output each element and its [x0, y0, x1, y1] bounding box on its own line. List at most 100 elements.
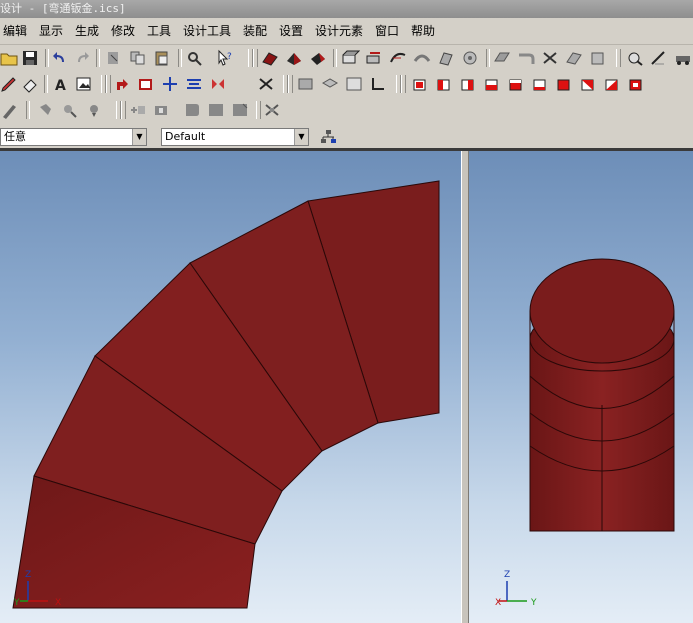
toolbar-grip[interactable] — [288, 75, 293, 93]
filter-select[interactable]: 任意 ▼ — [0, 128, 147, 146]
render-view-icon[interactable] — [308, 49, 328, 67]
arrow-up-icon[interactable] — [112, 75, 132, 93]
save-icon[interactable] — [20, 49, 40, 67]
menu-edit[interactable]: 编辑 — [3, 23, 27, 39]
revolve-icon[interactable] — [364, 49, 384, 67]
window-icon[interactable] — [344, 75, 364, 93]
toolbar-separator — [26, 101, 30, 119]
view-iso4-icon[interactable] — [626, 75, 646, 93]
rectangle-view-icon[interactable] — [296, 75, 316, 93]
solid-view-icon[interactable] — [260, 49, 280, 67]
copy-icon[interactable] — [128, 49, 148, 67]
toolbar-grip[interactable] — [616, 49, 621, 67]
properties-icon[interactable] — [625, 49, 645, 67]
layer-icon[interactable] — [320, 75, 340, 93]
viewport-splitter[interactable] — [461, 151, 469, 623]
pencil-icon[interactable] — [0, 75, 20, 93]
tools-cross-icon[interactable] — [262, 101, 282, 119]
undo-icon[interactable] — [50, 49, 70, 67]
toolbar-grip[interactable] — [121, 101, 126, 119]
menu-tools[interactable]: 工具 — [147, 23, 171, 39]
view-bottom-icon[interactable] — [530, 75, 550, 93]
elbow-model-front[interactable]: Z Y X — [0, 151, 461, 623]
vehicle-icon[interactable] — [673, 49, 693, 67]
corner-icon[interactable] — [368, 75, 388, 93]
toolbar-grip[interactable] — [253, 49, 258, 67]
toolbar-selectors: 任意 ▼ Default ▼ — [0, 125, 693, 149]
extrude-icon[interactable] — [340, 49, 360, 67]
view-front-icon[interactable] — [410, 75, 430, 93]
menu-design-elements[interactable]: 设计元素 — [315, 23, 363, 39]
mirror-icon[interactable] — [208, 75, 228, 93]
find-icon[interactable] — [185, 49, 205, 67]
view-back-icon[interactable] — [434, 75, 454, 93]
menu-generate[interactable]: 生成 — [75, 23, 99, 39]
align-icon[interactable] — [184, 75, 204, 93]
menu-display[interactable]: 显示 — [39, 23, 63, 39]
view-iso2-icon[interactable] — [578, 75, 598, 93]
viewport-right[interactable]: Z X Y — [469, 151, 693, 623]
menu-assembly[interactable]: 装配 — [243, 23, 267, 39]
block-icon[interactable] — [206, 101, 226, 119]
chevron-down-icon[interactable]: ▼ — [132, 129, 146, 145]
redo-icon[interactable] — [72, 49, 92, 67]
box-edit-icon[interactable] — [136, 75, 156, 93]
toolbar-separator — [333, 49, 337, 67]
hierarchy-icon[interactable] — [318, 128, 338, 146]
menu-design-tools[interactable]: 设计工具 — [183, 23, 231, 39]
toolbar-grip[interactable] — [106, 75, 111, 93]
menu-help[interactable]: 帮助 — [411, 23, 435, 39]
axis-z-label: Z — [25, 570, 31, 580]
chevron-down-icon[interactable]: ▼ — [294, 129, 308, 145]
block2-icon[interactable] — [230, 101, 250, 119]
view-right-icon[interactable] — [482, 75, 502, 93]
filter-select-value: 任意 — [4, 130, 26, 143]
toolbar-grip[interactable] — [256, 101, 261, 119]
insert-part-icon[interactable] — [128, 101, 148, 119]
shell-icon[interactable] — [436, 49, 456, 67]
elbow-model-side[interactable]: Z X Y — [469, 151, 693, 623]
bracket-icon[interactable] — [182, 101, 202, 119]
viewport-left[interactable]: Z Y X — [0, 151, 461, 623]
text-icon[interactable]: A — [50, 75, 70, 93]
view-iso3-icon[interactable] — [602, 75, 622, 93]
style-select[interactable]: Default ▼ — [161, 128, 309, 146]
pattern-icon[interactable] — [460, 49, 480, 67]
shaded-view-icon[interactable] — [284, 49, 304, 67]
help-pointer-icon[interactable]: ? — [215, 49, 235, 67]
open-folder-icon[interactable] — [0, 49, 20, 67]
axis-move-icon[interactable] — [160, 75, 180, 93]
image-icon[interactable] — [74, 75, 94, 93]
attach-icon[interactable] — [152, 101, 172, 119]
axis-triad-right: Z X Y — [495, 570, 537, 608]
toolbar-edit: A — [0, 72, 693, 96]
menu-modify[interactable]: 修改 — [111, 23, 135, 39]
paste-icon[interactable] — [152, 49, 172, 67]
weld-icon[interactable] — [84, 101, 104, 119]
view-iso-icon[interactable] — [554, 75, 574, 93]
measure-icon[interactable] — [649, 49, 669, 67]
paint-icon[interactable] — [36, 101, 56, 119]
toolbar-separator — [486, 49, 490, 67]
fold-icon[interactable] — [588, 49, 608, 67]
menu-window[interactable]: 窗口 — [375, 23, 399, 39]
view-left-icon[interactable] — [458, 75, 478, 93]
tools-icon[interactable] — [540, 49, 560, 67]
constraint-icon[interactable] — [60, 101, 80, 119]
bend-icon[interactable] — [516, 49, 536, 67]
menu-settings[interactable]: 设置 — [279, 23, 303, 39]
view-top-icon[interactable] — [506, 75, 526, 93]
loft-icon[interactable] — [412, 49, 432, 67]
eraser-icon[interactable] — [20, 75, 40, 93]
toolbar-grip[interactable] — [401, 75, 406, 93]
unfold-icon[interactable] — [564, 49, 584, 67]
cut-icon[interactable] — [104, 49, 124, 67]
cylinder-part[interactable] — [529, 258, 675, 532]
sweep-icon[interactable] — [388, 49, 408, 67]
elbow-part[interactable] — [12, 180, 440, 609]
toolbar-separator — [44, 75, 48, 93]
delete-cross-icon[interactable] — [256, 75, 276, 93]
sheetmetal-icon[interactable] — [492, 49, 512, 67]
axis-x-label: X — [55, 598, 61, 608]
brush-icon[interactable] — [0, 101, 20, 119]
